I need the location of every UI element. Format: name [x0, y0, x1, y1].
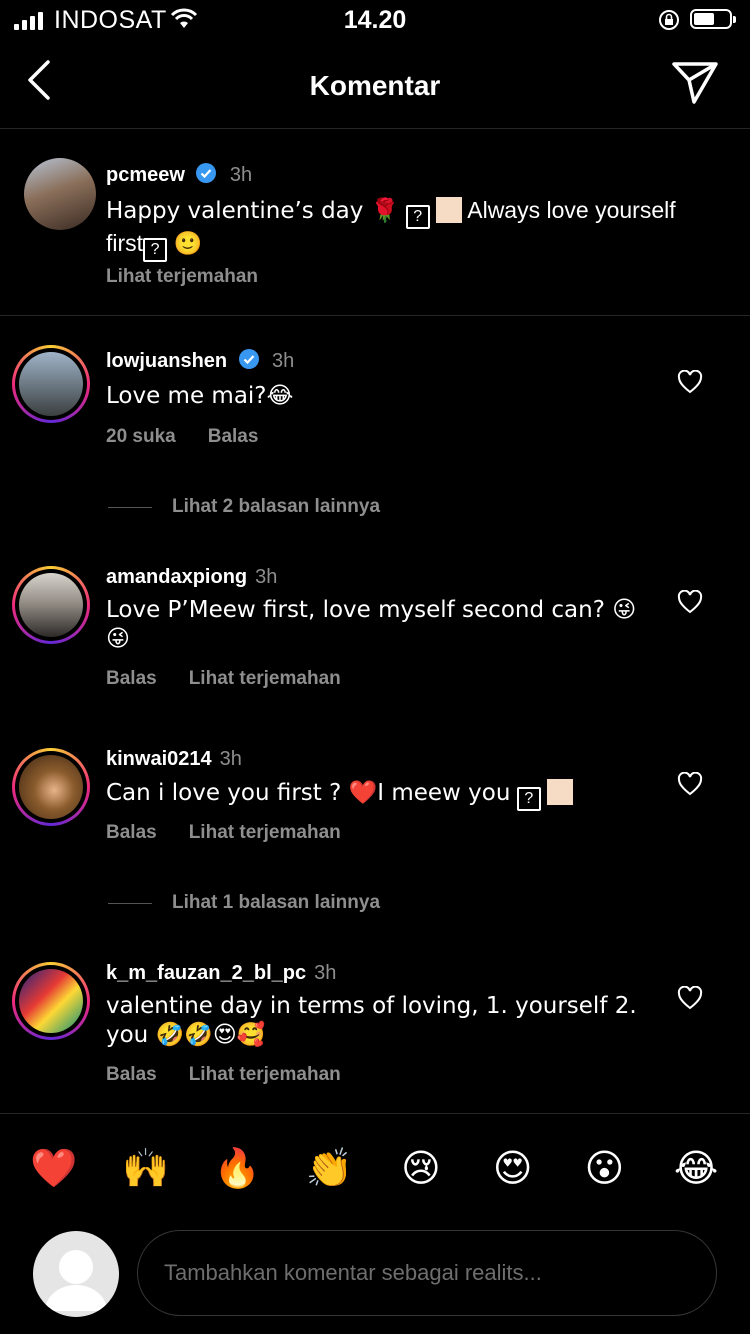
- battery-icon: [690, 9, 736, 29]
- translate-link[interactable]: Lihat terjemahan: [189, 822, 341, 843]
- reaction-emoji-fire[interactable]: 🔥: [207, 1146, 267, 1191]
- reaction-emoji-laughing[interactable]: 😂: [666, 1146, 726, 1190]
- comment-meta: Balas Lihat terjemahan: [106, 822, 373, 844]
- reactions-divider: [0, 1113, 750, 1114]
- skin-tone-swatch: [436, 197, 463, 223]
- comment-input[interactable]: [162, 1259, 686, 1287]
- comment-text: Love me mai?😂: [106, 383, 294, 409]
- comment-text: Love P’Meew first, love myself second ca…: [106, 597, 637, 652]
- status-bar: INDOSAT 14.20: [0, 0, 750, 40]
- comment-header: kinwai0214 3h: [106, 748, 242, 770]
- comment-text: valentine day in terms of loving, 1. you…: [106, 993, 637, 1048]
- heart-outline-icon[interactable]: [677, 370, 703, 394]
- comment-meta: Balas Lihat terjemahan: [106, 1064, 373, 1086]
- comment-meta: Balas Lihat terjemahan: [106, 668, 373, 690]
- reaction-emoji-clap[interactable]: 👏: [299, 1146, 359, 1191]
- comment-username[interactable]: lowjuanshen: [106, 350, 227, 372]
- caption-header: pcmeew 3h: [106, 162, 252, 187]
- view-replies-link[interactable]: Lihat 1 balasan lainnya: [108, 892, 380, 914]
- reply-button[interactable]: Balas: [106, 668, 157, 689]
- comment-header: lowjuanshen 3h: [106, 349, 295, 372]
- reaction-emoji-heart[interactable]: ❤️: [24, 1146, 84, 1191]
- current-user-avatar: [33, 1231, 119, 1317]
- caption-translate-link[interactable]: Lihat terjemahan: [106, 266, 258, 288]
- comment-text: Can i love you first ? ❤️I meew you ?: [106, 778, 666, 811]
- comment-input-container: [137, 1230, 717, 1316]
- skin-tone-swatch: [547, 779, 574, 805]
- comment-header: k_m_fauzan_2_bl_pc 3h: [106, 962, 337, 984]
- paper-plane-icon[interactable]: [670, 60, 720, 106]
- reply-button[interactable]: Balas: [106, 822, 157, 843]
- caption-username[interactable]: pcmeew: [106, 164, 185, 186]
- likes-count[interactable]: 20 suka: [106, 426, 176, 447]
- emoji-reaction-bar: ❤️ 🙌 🔥 👏 😢 😍 😮 😂: [0, 1140, 750, 1196]
- reaction-emoji-heart-eyes[interactable]: 😍: [483, 1146, 543, 1190]
- default-user-icon: [45, 1250, 107, 1311]
- reply-button[interactable]: Balas: [208, 426, 259, 447]
- header-divider: [0, 128, 750, 129]
- heart-outline-icon[interactable]: [677, 986, 703, 1010]
- caption-text: Happy valentine’s day 🌹 ? Always love yo…: [106, 196, 706, 262]
- view-replies-link[interactable]: Lihat 2 balasan lainnya: [108, 496, 380, 518]
- verified-badge-icon: [196, 163, 217, 183]
- page-title: Komentar: [309, 70, 441, 101]
- comment-header: amandaxpiong 3h: [106, 566, 278, 588]
- translate-link[interactable]: Lihat terjemahan: [189, 1064, 341, 1085]
- status-time: 14.20: [343, 6, 407, 34]
- comment-meta: 20 suka Balas: [106, 426, 290, 448]
- avatar[interactable]: [12, 345, 90, 423]
- avatar[interactable]: [12, 566, 90, 644]
- heart-outline-icon[interactable]: [677, 590, 703, 614]
- comment-username[interactable]: k_m_fauzan_2_bl_pc: [106, 962, 306, 984]
- reaction-emoji-raised-hands[interactable]: 🙌: [116, 1146, 176, 1191]
- translate-link[interactable]: Lihat terjemahan: [189, 668, 341, 689]
- missing-glyph-icon: ?: [516, 787, 541, 811]
- rotation-lock-icon: [659, 10, 679, 30]
- caption-time: 3h: [229, 164, 253, 186]
- avatar[interactable]: [12, 748, 90, 826]
- caption-divider: [0, 315, 750, 316]
- reply-button[interactable]: Balas: [106, 1064, 157, 1085]
- comment-username[interactable]: kinwai0214: [106, 748, 212, 770]
- verified-badge-icon: [238, 349, 259, 369]
- avatar[interactable]: [12, 962, 90, 1040]
- avatar[interactable]: [24, 158, 96, 230]
- reaction-emoji-crying[interactable]: 😢: [391, 1146, 451, 1190]
- comment-username[interactable]: amandaxpiong: [106, 566, 247, 588]
- missing-glyph-icon: ?: [405, 205, 430, 229]
- reaction-emoji-surprised[interactable]: 😮: [574, 1146, 634, 1190]
- heart-outline-icon[interactable]: [677, 772, 703, 796]
- missing-glyph-icon: ?: [143, 238, 168, 262]
